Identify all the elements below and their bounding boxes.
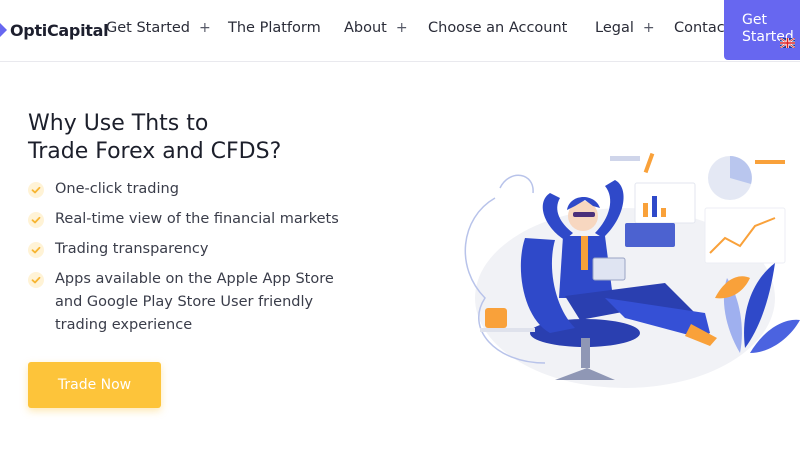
check-icon bbox=[28, 272, 44, 288]
feature-item: Real-time view of the financial markets bbox=[28, 208, 358, 231]
logo[interactable]: OptiCapital bbox=[0, 19, 109, 41]
logo-mark-icon bbox=[0, 23, 7, 37]
nav-get-started[interactable]: Get Started + bbox=[106, 20, 211, 36]
feature-text-line: Apps available on the Apple App Store bbox=[55, 271, 334, 287]
swirl-line-2 bbox=[499, 174, 534, 194]
feature-text: Real-time view of the financial markets bbox=[55, 211, 339, 227]
site-header: OptiCapital Get Started + The Platform A… bbox=[0, 0, 800, 62]
nav-label: About bbox=[344, 20, 387, 36]
chart-bar bbox=[661, 208, 666, 217]
nav-legal[interactable]: Legal + bbox=[595, 20, 655, 36]
feature-text-line: trading experience bbox=[55, 317, 193, 333]
chart-bar bbox=[652, 196, 657, 217]
check-icon bbox=[28, 212, 44, 228]
person-tie bbox=[581, 236, 588, 270]
nav-label: The Platform bbox=[228, 20, 321, 36]
nav-choose-an-account[interactable]: Choose an Account bbox=[428, 20, 567, 36]
nav-about[interactable]: About + bbox=[344, 20, 408, 36]
feature-item: One-click trading bbox=[28, 178, 358, 201]
hero-title-line-1: Why Use Thts to bbox=[28, 111, 209, 136]
feature-text-line: and Google Play Store User friendly bbox=[55, 294, 314, 310]
uk-flag-icon[interactable] bbox=[780, 38, 795, 48]
nav-label: Get Started bbox=[106, 20, 190, 36]
decor-bar bbox=[610, 156, 640, 161]
nav-label: Legal bbox=[595, 20, 634, 36]
trade-now-button[interactable]: Trade Now bbox=[28, 362, 161, 408]
hero-title-line-2: Trade Forex and CFDS? bbox=[28, 139, 282, 164]
plus-icon: + bbox=[395, 20, 408, 36]
decor-bar bbox=[643, 152, 655, 174]
chart-panel bbox=[704, 207, 786, 264]
hero-title: Why Use Thts to Trade Forex and CFDS? bbox=[28, 110, 388, 166]
trader-illustration bbox=[464, 152, 800, 388]
feature-item: Trading transparency bbox=[28, 238, 358, 261]
chart-card bbox=[625, 223, 675, 247]
cta-line-1: Get bbox=[742, 12, 767, 28]
feature-text: One-click trading bbox=[55, 181, 179, 197]
laptop bbox=[592, 257, 626, 281]
nav-the-platform[interactable]: The Platform bbox=[228, 20, 321, 36]
chart-bar bbox=[643, 203, 648, 217]
decor-bar bbox=[755, 160, 785, 164]
mug bbox=[485, 308, 507, 328]
feature-list: One-click trading Real-time view of the … bbox=[28, 178, 358, 344]
logo-text: OptiCapital bbox=[10, 20, 109, 40]
nav-label: Choose an Account bbox=[428, 20, 568, 36]
chair-stem bbox=[581, 338, 590, 368]
plus-icon: + bbox=[199, 20, 211, 36]
check-icon bbox=[28, 182, 44, 198]
plus-icon: + bbox=[642, 20, 655, 36]
person-glasses bbox=[573, 212, 595, 217]
check-icon bbox=[28, 242, 44, 258]
feature-text: Trading transparency bbox=[55, 241, 209, 257]
get-started-button[interactable]: Get Started bbox=[724, 0, 800, 60]
feature-item: Apps available on the Apple App Store an… bbox=[28, 268, 358, 337]
table bbox=[480, 328, 535, 332]
